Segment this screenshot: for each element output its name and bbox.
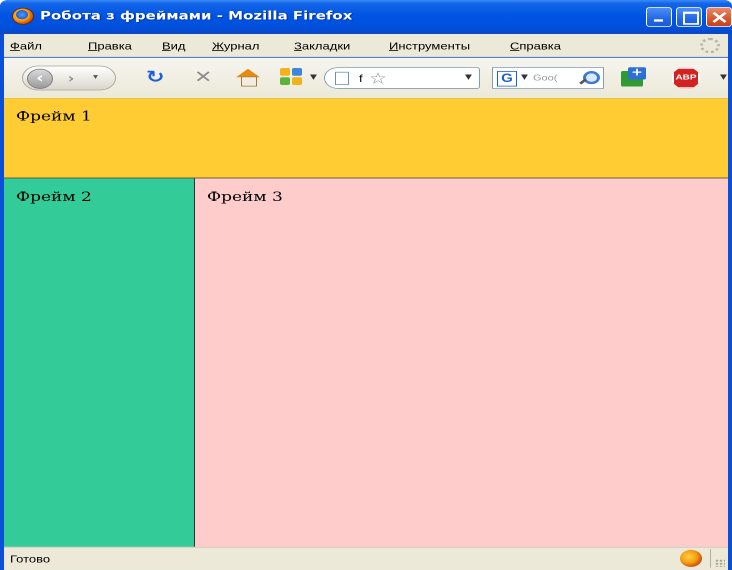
- page-icon: [335, 71, 349, 85]
- status-bar: Готово: [4, 546, 728, 570]
- back-forward-group: ‹ › ▾: [22, 65, 116, 91]
- firefox-icon: [12, 7, 34, 25]
- frame-3-label: Фрейм 3: [207, 189, 283, 205]
- addon-icon[interactable]: [618, 67, 648, 89]
- status-divider: [710, 549, 711, 568]
- throbber-icon: [700, 37, 720, 54]
- frame-1-label: Фрейм 1: [16, 108, 92, 125]
- home-icon[interactable]: [236, 68, 260, 87]
- forward-button[interactable]: ›: [59, 70, 83, 87]
- menu-history[interactable]: Журнал: [212, 40, 259, 52]
- menu-tools[interactable]: Инструменты: [389, 40, 470, 52]
- frame-1: Фрейм 1: [4, 98, 728, 179]
- window-title: Робота з фреймами - Mozilla Firefox: [40, 8, 353, 23]
- adblock-icon[interactable]: ABP: [672, 67, 700, 89]
- url-bar[interactable]: f ☆ ▼: [324, 67, 480, 89]
- status-text: Готово: [10, 553, 51, 565]
- menu-view[interactable]: Вид: [162, 40, 186, 52]
- overflow-dropdown-icon[interactable]: ▼: [720, 73, 727, 81]
- reload-icon[interactable]: ↻: [146, 68, 164, 88]
- menu-bar: Файл Правка Вид Журнал Закладки Инструме…: [4, 33, 728, 58]
- firefox-status-icon[interactable]: [680, 549, 702, 567]
- frame-2: Фрейм 2: [4, 178, 195, 548]
- browser-window: Робота з фреймами - Mozilla Firefox Файл…: [0, 0, 732, 570]
- google-icon[interactable]: G: [497, 71, 517, 87]
- frame-2-label: Фрейм 2: [16, 189, 92, 205]
- search-input[interactable]: Goo(: [533, 73, 557, 82]
- tiles-dropdown-icon[interactable]: ▼: [310, 73, 317, 81]
- search-bar[interactable]: G ▼ Goo(: [492, 67, 604, 89]
- magnifier-icon[interactable]: [577, 70, 600, 87]
- back-button[interactable]: ‹: [27, 68, 53, 89]
- star-icon[interactable]: ☆: [369, 69, 387, 88]
- stop-icon[interactable]: ✕: [194, 68, 212, 88]
- menu-file[interactable]: Файл: [10, 40, 42, 52]
- minimize-button[interactable]: [646, 6, 672, 28]
- url-text[interactable]: f: [359, 73, 363, 85]
- navigation-toolbar: ‹ › ▾ ↻ ✕ ▼ f ☆ ▼ G ▼ Goo( ABP ▼: [4, 57, 728, 99]
- tiles-icon[interactable]: [280, 67, 304, 87]
- menu-bookmarks[interactable]: Закладки: [294, 40, 350, 52]
- frame-3: Фрейм 3: [195, 178, 728, 548]
- maximize-button[interactable]: [676, 6, 702, 28]
- close-button[interactable]: [706, 6, 732, 28]
- page-content: Фрейм 1 Фрейм 2 Фрейм 3: [4, 98, 728, 548]
- url-dropdown-icon[interactable]: ▼: [465, 73, 472, 81]
- history-dropdown-icon[interactable]: ▾: [93, 73, 98, 81]
- resize-grip[interactable]: [715, 559, 725, 567]
- search-engine-dropdown-icon[interactable]: ▼: [521, 73, 528, 81]
- title-bar[interactable]: Робота з фреймами - Mozilla Firefox: [0, 0, 732, 34]
- menu-edit[interactable]: Правка: [88, 40, 132, 52]
- menu-help[interactable]: Справка: [510, 40, 561, 52]
